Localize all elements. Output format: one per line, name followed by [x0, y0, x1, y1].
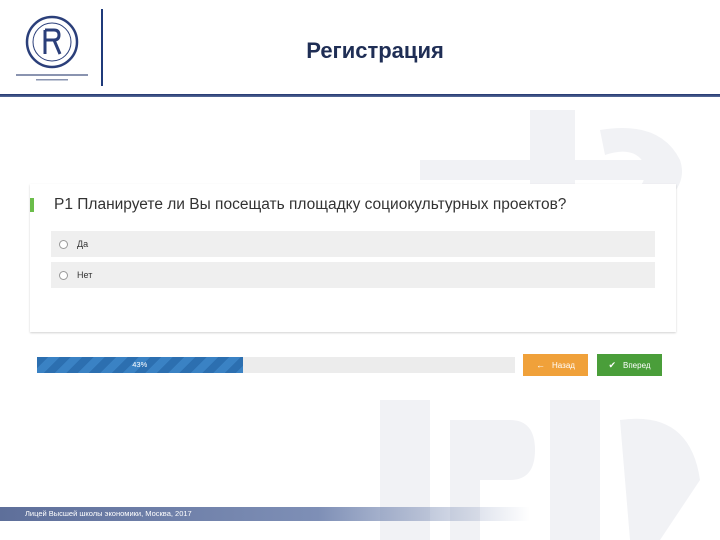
header-rule [0, 94, 720, 97]
checkmark-icon: ✔ [608, 359, 617, 370]
header: Регистрация [0, 0, 720, 98]
progress-label: 43% [132, 360, 148, 369]
option-label: Да [77, 239, 89, 249]
option-yes[interactable]: Да [51, 231, 655, 257]
option-no[interactable]: Нет [51, 262, 655, 288]
option-label: Нет [77, 270, 93, 280]
next-button[interactable]: ✔ Вперед [597, 354, 662, 376]
question-accent [30, 198, 34, 212]
arrow-left-icon: ← [536, 359, 546, 370]
progress-bar: 43% [37, 357, 515, 373]
radio-icon[interactable] [59, 239, 68, 249]
radio-icon[interactable] [59, 270, 68, 280]
back-button-label: Назад [552, 360, 575, 370]
back-button[interactable]: ← Назад [523, 354, 588, 376]
footer-text: Лицей Высшей школы экономики, Москва, 20… [25, 509, 192, 518]
next-button-label: Вперед [623, 360, 651, 370]
question-text: Р1 Планируете ли Вы посещать площадку со… [54, 196, 567, 213]
question-card: Р1 Планируете ли Вы посещать площадку со… [30, 184, 676, 332]
page-title: Регистрация [306, 38, 444, 63]
